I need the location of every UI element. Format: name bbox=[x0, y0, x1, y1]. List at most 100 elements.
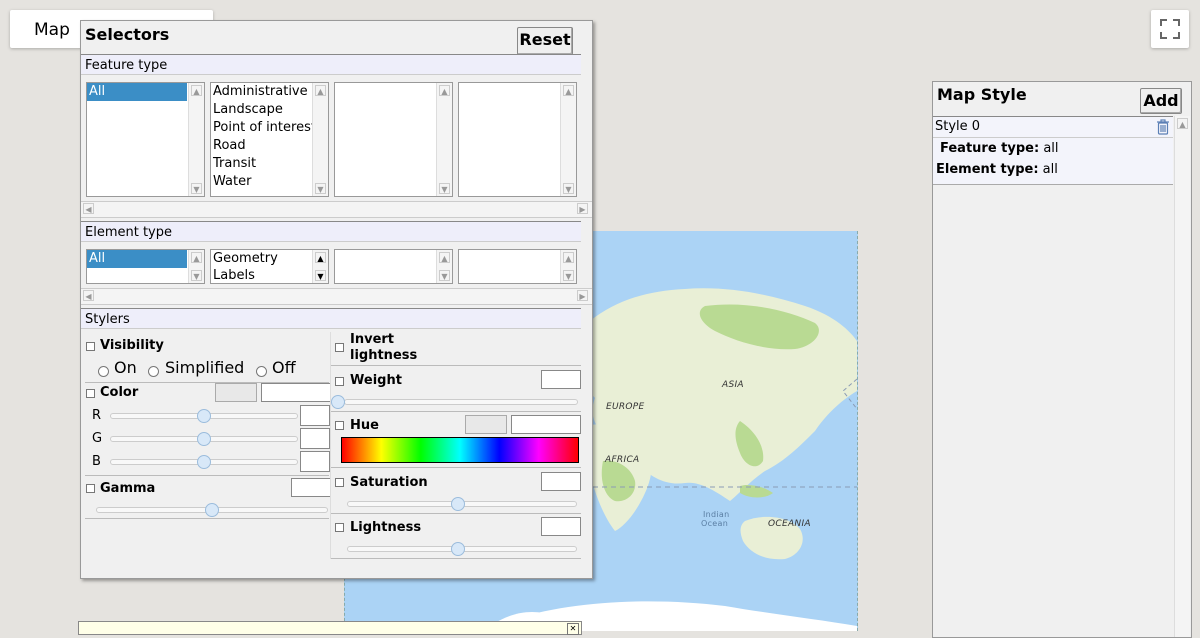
lightness-input[interactable] bbox=[541, 517, 581, 536]
color-g-input[interactable] bbox=[300, 428, 330, 449]
invert-lightness-label-2: lightness bbox=[350, 348, 418, 363]
weight-slider-handle[interactable] bbox=[331, 395, 345, 409]
scroll-up-arrow[interactable]: ▲ bbox=[439, 85, 450, 96]
list-item[interactable]: Labels bbox=[211, 267, 328, 283]
add-style-button[interactable]: Add bbox=[1140, 88, 1182, 114]
invert-lightness-label-1: Invert bbox=[350, 332, 395, 347]
gamma-slider-handle[interactable] bbox=[205, 503, 219, 517]
scroll-right-arrow[interactable]: ▶ bbox=[577, 290, 588, 301]
color-b-input[interactable] bbox=[300, 451, 330, 472]
selectors-panel: Selectors Reset Feature type All ▲ ▼ Admi… bbox=[80, 20, 593, 579]
list-item[interactable]: Point of interest bbox=[211, 119, 328, 137]
visibility-simplified-radio[interactable] bbox=[148, 366, 159, 377]
scroll-up-arrow[interactable]: ▲ bbox=[315, 252, 326, 263]
scroll-right-arrow[interactable]: ▶ bbox=[577, 203, 588, 214]
weight-input[interactable] bbox=[541, 370, 581, 389]
style-item-header[interactable]: Style 0 bbox=[933, 117, 1173, 138]
hue-label: Hue bbox=[350, 418, 379, 433]
map-label-africa: AFRICA bbox=[605, 455, 640, 465]
gamma-checkbox[interactable] bbox=[86, 484, 95, 493]
hue-spectrum-bar[interactable] bbox=[341, 437, 579, 463]
style-item-name: Style 0 bbox=[935, 119, 981, 134]
visibility-checkbox[interactable] bbox=[86, 342, 95, 351]
color-g-slider-handle[interactable] bbox=[196, 432, 211, 446]
map-label-indian: Indian bbox=[703, 510, 730, 519]
scroll-up-arrow[interactable]: ▲ bbox=[1177, 118, 1188, 129]
lightness-slider-handle[interactable] bbox=[451, 542, 465, 556]
list-item[interactable]: Landscape bbox=[211, 101, 328, 119]
lightness-checkbox[interactable] bbox=[335, 523, 344, 532]
list-item[interactable]: All bbox=[87, 250, 187, 268]
scroll-left-arrow[interactable]: ◀ bbox=[83, 290, 94, 301]
feature-type-hscrollbar[interactable]: ◀ ▶ bbox=[81, 201, 592, 218]
scroll-down-arrow[interactable]: ▼ bbox=[563, 270, 574, 281]
saturation-checkbox[interactable] bbox=[335, 478, 344, 487]
visibility-label: Visibility bbox=[100, 338, 164, 353]
element-type-list-2[interactable]: Geometry Labels ▲ ▼ bbox=[210, 249, 329, 284]
gamma-input[interactable] bbox=[291, 478, 331, 497]
map-label-ocean: Ocean bbox=[701, 519, 729, 528]
list-item[interactable]: Administrative bbox=[211, 83, 328, 101]
invert-lightness-checkbox[interactable] bbox=[335, 343, 344, 352]
scroll-up-arrow[interactable]: ▲ bbox=[563, 252, 574, 263]
color-hex-input[interactable] bbox=[261, 383, 331, 402]
scroll-down-arrow[interactable]: ▼ bbox=[191, 183, 202, 194]
visibility-on-label: On bbox=[114, 358, 137, 377]
trash-icon[interactable] bbox=[1156, 119, 1170, 135]
scroll-up-arrow[interactable]: ▲ bbox=[563, 85, 574, 96]
visibility-simplified-label: Simplified bbox=[165, 358, 245, 377]
hue-checkbox[interactable] bbox=[335, 421, 344, 430]
visibility-off-label: Off bbox=[272, 358, 296, 377]
scroll-down-arrow[interactable]: ▼ bbox=[563, 183, 574, 194]
element-type-hscrollbar[interactable]: ◀ ▶ bbox=[81, 288, 592, 305]
feature-type-label: Feature type: bbox=[940, 141, 1040, 156]
list-item[interactable]: Transit bbox=[211, 155, 328, 173]
element-type-list-1[interactable]: All ▲ ▼ bbox=[86, 249, 205, 284]
element-type-label: Element type: bbox=[936, 162, 1039, 177]
reset-button[interactable]: Reset bbox=[517, 27, 573, 55]
map-type-label: Map bbox=[34, 20, 70, 40]
scroll-down-arrow[interactable]: ▼ bbox=[315, 270, 326, 281]
color-checkbox[interactable] bbox=[86, 389, 95, 398]
scroll-up-arrow[interactable]: ▲ bbox=[315, 85, 326, 96]
scroll-left-arrow[interactable]: ◀ bbox=[83, 203, 94, 214]
saturation-slider-handle[interactable] bbox=[451, 497, 465, 511]
visibility-off-radio[interactable] bbox=[256, 366, 267, 377]
feature-type-list-3[interactable]: ▲ ▼ bbox=[334, 82, 453, 197]
visibility-on-radio[interactable] bbox=[98, 366, 109, 377]
gamma-label: Gamma bbox=[100, 481, 156, 496]
color-r-input[interactable] bbox=[300, 405, 330, 426]
fullscreen-button[interactable] bbox=[1151, 10, 1189, 48]
color-g-label: G bbox=[92, 431, 103, 446]
feature-type-list-4[interactable]: ▲ ▼ bbox=[458, 82, 577, 197]
fullscreen-icon bbox=[1160, 19, 1180, 39]
color-label: Color bbox=[100, 385, 139, 400]
feature-type-heading: Feature type bbox=[81, 54, 581, 75]
scroll-down-arrow[interactable]: ▼ bbox=[439, 270, 450, 281]
color-r-slider-handle[interactable] bbox=[196, 409, 211, 423]
element-type-list-3[interactable]: ▲ ▼ bbox=[334, 249, 453, 284]
weight-slider[interactable] bbox=[344, 399, 578, 405]
feature-type-value: all bbox=[1043, 141, 1059, 156]
list-item[interactable]: Geometry bbox=[211, 250, 328, 267]
style-item-details: Feature type: all Element type: all bbox=[933, 138, 1173, 185]
style-list-scrollbar[interactable]: ▲ bbox=[1174, 116, 1190, 637]
hue-hex-input[interactable] bbox=[511, 415, 581, 434]
scroll-down-arrow[interactable]: ▼ bbox=[315, 183, 326, 194]
list-item[interactable]: All bbox=[87, 83, 187, 101]
weight-checkbox[interactable] bbox=[335, 377, 344, 386]
scroll-up-arrow[interactable]: ▲ bbox=[191, 252, 202, 263]
scroll-up-arrow[interactable]: ▲ bbox=[191, 85, 202, 96]
element-type-list-4[interactable]: ▲ ▼ bbox=[458, 249, 577, 284]
list-item[interactable]: Water bbox=[211, 173, 328, 191]
scroll-down-arrow[interactable]: ▼ bbox=[191, 270, 202, 281]
saturation-input[interactable] bbox=[541, 472, 581, 491]
list-item[interactable]: Road bbox=[211, 137, 328, 155]
scroll-down-arrow[interactable]: ▼ bbox=[439, 183, 450, 194]
feature-type-list-2[interactable]: Administrative Landscape Point of intere… bbox=[210, 82, 329, 197]
scroll-up-arrow[interactable]: ▲ bbox=[439, 252, 450, 263]
color-b-slider-handle[interactable] bbox=[196, 455, 211, 469]
feature-type-list-1[interactable]: All ▲ ▼ bbox=[86, 82, 205, 197]
saturation-label: Saturation bbox=[350, 475, 428, 490]
close-icon[interactable]: ✕ bbox=[567, 623, 579, 635]
